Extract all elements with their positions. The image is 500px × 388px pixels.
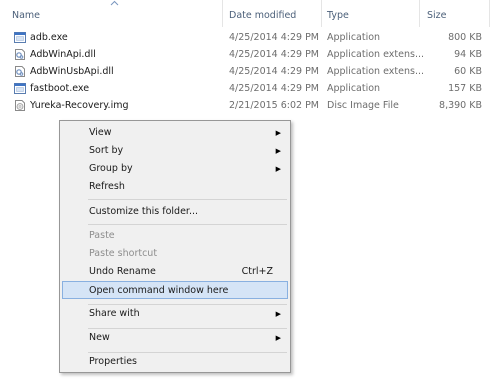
column-divider[interactable] (489, 0, 490, 27)
menu-item-share-with[interactable]: Share with ▶ (62, 305, 288, 323)
column-name-header[interactable]: Name (12, 9, 40, 23)
column-divider[interactable] (419, 0, 420, 27)
submenu-arrow-icon: ▶ (275, 310, 281, 318)
column-type-header[interactable]: Type (327, 9, 349, 23)
file-list: adb.exe 4/25/2014 4:29 PM Application 80… (0, 29, 500, 114)
application-icon (14, 32, 26, 43)
menu-item-label: Refresh (89, 181, 125, 192)
menu-item-label: Sort by (89, 145, 124, 156)
dll-icon (15, 49, 25, 60)
submenu-arrow-icon: ▶ (275, 147, 281, 155)
menu-item-refresh[interactable]: Refresh (62, 178, 288, 196)
column-date-header[interactable]: Date modified (229, 9, 296, 23)
file-size: 8,390 KB (439, 100, 482, 111)
menu-item-label: Paste shortcut (89, 248, 158, 259)
application-icon (14, 83, 26, 94)
file-date: 4/25/2014 4:29 PM (229, 32, 320, 43)
menu-item-label: Customize this folder... (89, 206, 199, 217)
column-size-header[interactable]: Size (427, 9, 447, 23)
menu-item-label: New (89, 332, 110, 343)
file-date: 4/25/2014 4:29 PM (229, 83, 320, 94)
file-name: AdbWinApi.dll (30, 49, 96, 60)
dll-icon (15, 66, 25, 77)
file-name: AdbWinUsbApi.dll (30, 66, 114, 77)
file-row[interactable]: adb.exe 4/25/2014 4:29 PM Application 80… (0, 29, 500, 46)
menu-item-label: Open command window here (89, 285, 229, 296)
file-type: Application extens... (327, 49, 424, 60)
menu-item-properties[interactable]: Properties (62, 353, 288, 371)
column-divider[interactable] (321, 0, 322, 27)
file-date: 4/25/2014 4:29 PM (229, 66, 320, 77)
sort-ascending-icon (110, 0, 119, 6)
file-size: 60 KB (454, 66, 482, 77)
disc-image-icon (15, 100, 25, 111)
submenu-arrow-icon: ▶ (275, 165, 281, 173)
menu-item-sort-by[interactable]: Sort by ▶ (62, 142, 288, 160)
menu-separator (88, 199, 287, 200)
file-size: 94 KB (454, 49, 482, 60)
menu-item-undo-rename[interactable]: Undo Rename Ctrl+Z (62, 263, 288, 281)
menu-item-new[interactable]: New ▶ (62, 329, 288, 347)
file-name: adb.exe (30, 32, 68, 43)
menu-item-open-command-window[interactable]: Open command window here (62, 281, 288, 299)
menu-item-label: Share with (89, 308, 140, 319)
menu-separator (88, 224, 287, 225)
menu-item-paste-shortcut: Paste shortcut (62, 245, 288, 263)
menu-item-customize-folder[interactable]: Customize this folder... (62, 203, 288, 221)
file-type: Disc Image File (327, 100, 399, 111)
file-size: 157 KB (448, 83, 482, 94)
file-name: fastboot.exe (30, 83, 90, 94)
file-date: 2/21/2015 6:02 PM (229, 100, 320, 111)
file-size: 800 KB (448, 32, 482, 43)
file-row[interactable]: fastboot.exe 4/25/2014 4:29 PM Applicati… (0, 80, 500, 97)
menu-item-label: Group by (89, 163, 133, 174)
context-menu: View ▶ Sort by ▶ Group by ▶ Refresh Cust… (59, 120, 291, 373)
menu-item-label: View (89, 127, 112, 138)
file-explorer-window: Name Date modified Type Size adb.exe 4/2… (0, 0, 500, 388)
menu-item-label: Properties (89, 356, 138, 367)
column-header-bar: Name Date modified Type Size (0, 0, 500, 27)
file-type: Application (327, 32, 381, 43)
menu-item-view[interactable]: View ▶ (62, 124, 288, 142)
keyboard-shortcut: Ctrl+Z (241, 266, 273, 277)
file-type: Application (327, 83, 381, 94)
file-row[interactable]: AdbWinUsbApi.dll 4/25/2014 4:29 PM Appli… (0, 63, 500, 80)
file-row[interactable]: Yureka-Recovery.img 2/21/2015 6:02 PM Di… (0, 97, 500, 114)
menu-item-group-by[interactable]: Group by ▶ (62, 160, 288, 178)
submenu-arrow-icon: ▶ (275, 334, 281, 342)
file-row[interactable]: AdbWinApi.dll 4/25/2014 4:29 PM Applicat… (0, 46, 500, 63)
menu-item-label: Undo Rename (89, 266, 156, 277)
file-name: Yureka-Recovery.img (30, 100, 129, 111)
file-type: Application extens... (327, 66, 424, 77)
column-divider[interactable] (222, 0, 223, 27)
menu-item-label: Paste (89, 230, 115, 241)
menu-item-paste: Paste (62, 227, 288, 245)
file-date: 4/25/2014 4:29 PM (229, 49, 320, 60)
submenu-arrow-icon: ▶ (275, 129, 281, 137)
